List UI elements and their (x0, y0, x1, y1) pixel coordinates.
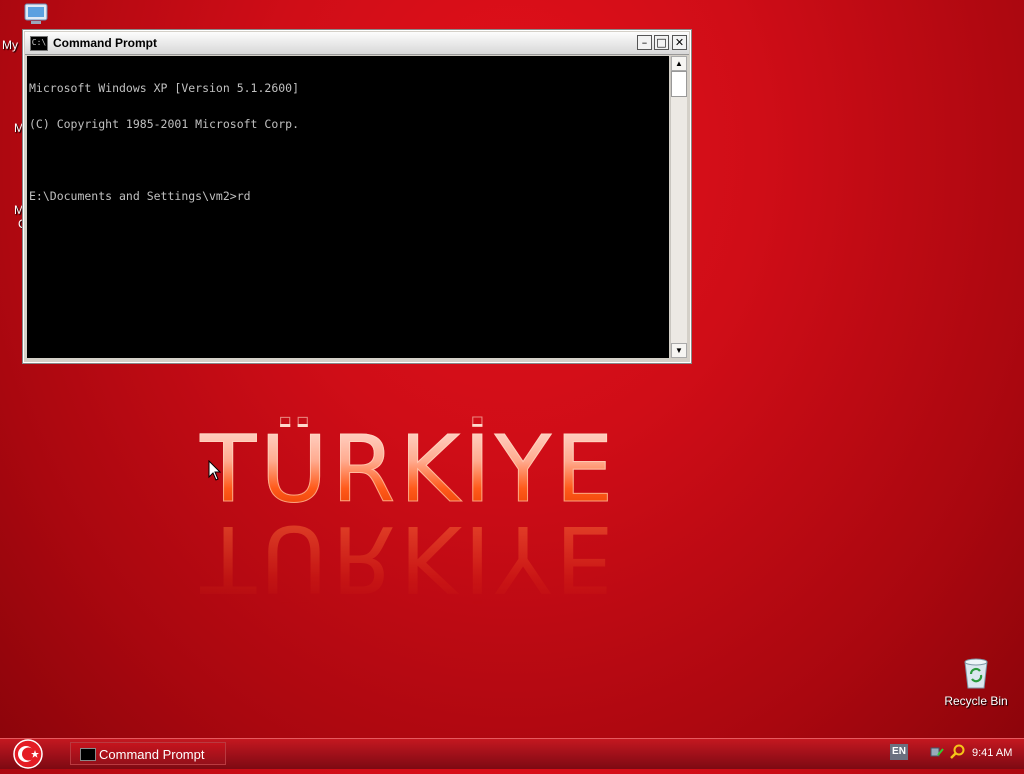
command-prompt-window[interactable]: C:\ Command Prompt – □ ✕ Microsoft Windo… (22, 29, 692, 364)
console-line: Microsoft Windows XP [Version 5.1.2600] (29, 81, 300, 95)
window-title: Command Prompt (53, 36, 158, 50)
vertical-scrollbar[interactable]: ▲ ▼ (670, 56, 687, 358)
my-computer-label[interactable]: My (2, 38, 18, 52)
language-indicator[interactable]: EN (890, 744, 908, 760)
close-button[interactable]: ✕ (672, 35, 687, 50)
system-clock[interactable]: 9:41 AM (972, 747, 1012, 759)
taskbar-item-command-prompt[interactable]: Command Prompt (70, 742, 226, 765)
console-output[interactable]: Microsoft Windows XP [Version 5.1.2600] … (27, 56, 669, 358)
start-button[interactable] (8, 739, 48, 769)
search-icon[interactable] (949, 744, 965, 760)
console-line: (C) Copyright 1985-2001 Microsoft Corp. (29, 117, 300, 131)
safely-remove-hardware-icon[interactable] (930, 745, 944, 759)
recycle-bin[interactable]: Recycle Bin (940, 656, 1012, 708)
window-titlebar[interactable]: C:\ Command Prompt – □ ✕ (25, 32, 689, 55)
wallpaper-text: TÜRKİYE TÜRKİYE (199, 416, 780, 624)
scroll-down-arrow-icon[interactable]: ▼ (671, 343, 687, 358)
wallpaper-title-reflection: TÜRKİYE (200, 505, 618, 612)
taskbar-item-label: Command Prompt (99, 747, 205, 762)
cmd-app-icon[interactable]: C:\ (30, 36, 48, 51)
recycle-bin-label[interactable]: Recycle Bin (940, 694, 1012, 708)
scroll-up-arrow-icon[interactable]: ▲ (671, 56, 687, 71)
maximize-button[interactable]: □ (654, 35, 669, 50)
taskbar: Command Prompt EN 9:41 AM (0, 738, 1024, 769)
wallpaper-title: TÜRKİYE (199, 416, 618, 523)
cmd-taskbar-icon (80, 748, 96, 761)
scroll-thumb[interactable] (671, 71, 687, 97)
mouse-cursor-icon (208, 459, 222, 482)
console-prompt-line[interactable]: E:\Documents and Settings\vm2>rd (29, 190, 667, 202)
my-computer-icon[interactable] (22, 2, 52, 28)
recycle-bin-icon[interactable] (961, 656, 991, 690)
minimize-button[interactable]: – (637, 35, 652, 50)
